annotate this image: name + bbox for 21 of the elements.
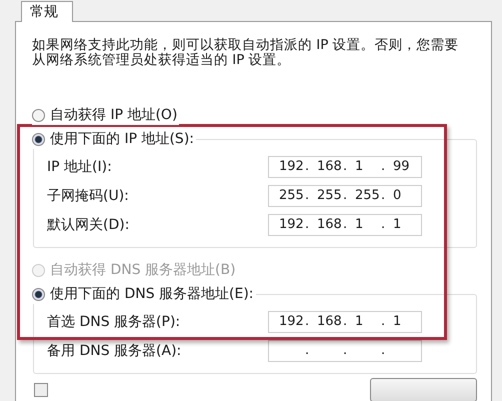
radio-option[interactable]: 使用下面的 DNS 服务器地址(E): xyxy=(32,284,256,304)
radio-icon xyxy=(32,264,45,276)
field-label: 默认网关(D): xyxy=(47,216,130,234)
field-label: 首选 DNS 服务器(P): xyxy=(47,312,182,330)
field-label: IP 地址(I): xyxy=(47,158,113,176)
checkbox[interactable] xyxy=(34,383,48,397)
tab[interactable]: 常规 xyxy=(21,1,73,22)
field-label: 子网掩码(U): xyxy=(47,186,130,204)
ip-address-field[interactable]: 192. 168. 1 . 99 xyxy=(268,156,422,178)
description-text: 如果网络支持此功能，则可以获取自动指派的 IP 设置。否则，您需要从网络系统管理员处获得适当的 IP 设置。 xyxy=(32,38,460,68)
ip-address-field[interactable]: 192. 168. 1 . 1 xyxy=(268,310,422,332)
radio-option[interactable]: 使用下面的 IP 地址(S): xyxy=(32,129,196,149)
ip-address-field[interactable]: . . . xyxy=(268,340,422,362)
advanced-button[interactable] xyxy=(370,378,477,401)
ip-address-field[interactable]: 192. 168. 1 . 1 xyxy=(268,214,422,236)
radio-option[interactable]: 自动获得 IP 地址(O) xyxy=(32,105,180,125)
ip-address-field[interactable]: 255. 255. 255. 0 xyxy=(268,184,422,206)
radio-icon xyxy=(32,132,45,146)
field-label: 备用 DNS 服务器(A): xyxy=(47,342,182,360)
radio-icon xyxy=(32,288,45,300)
radio-icon xyxy=(32,108,45,122)
